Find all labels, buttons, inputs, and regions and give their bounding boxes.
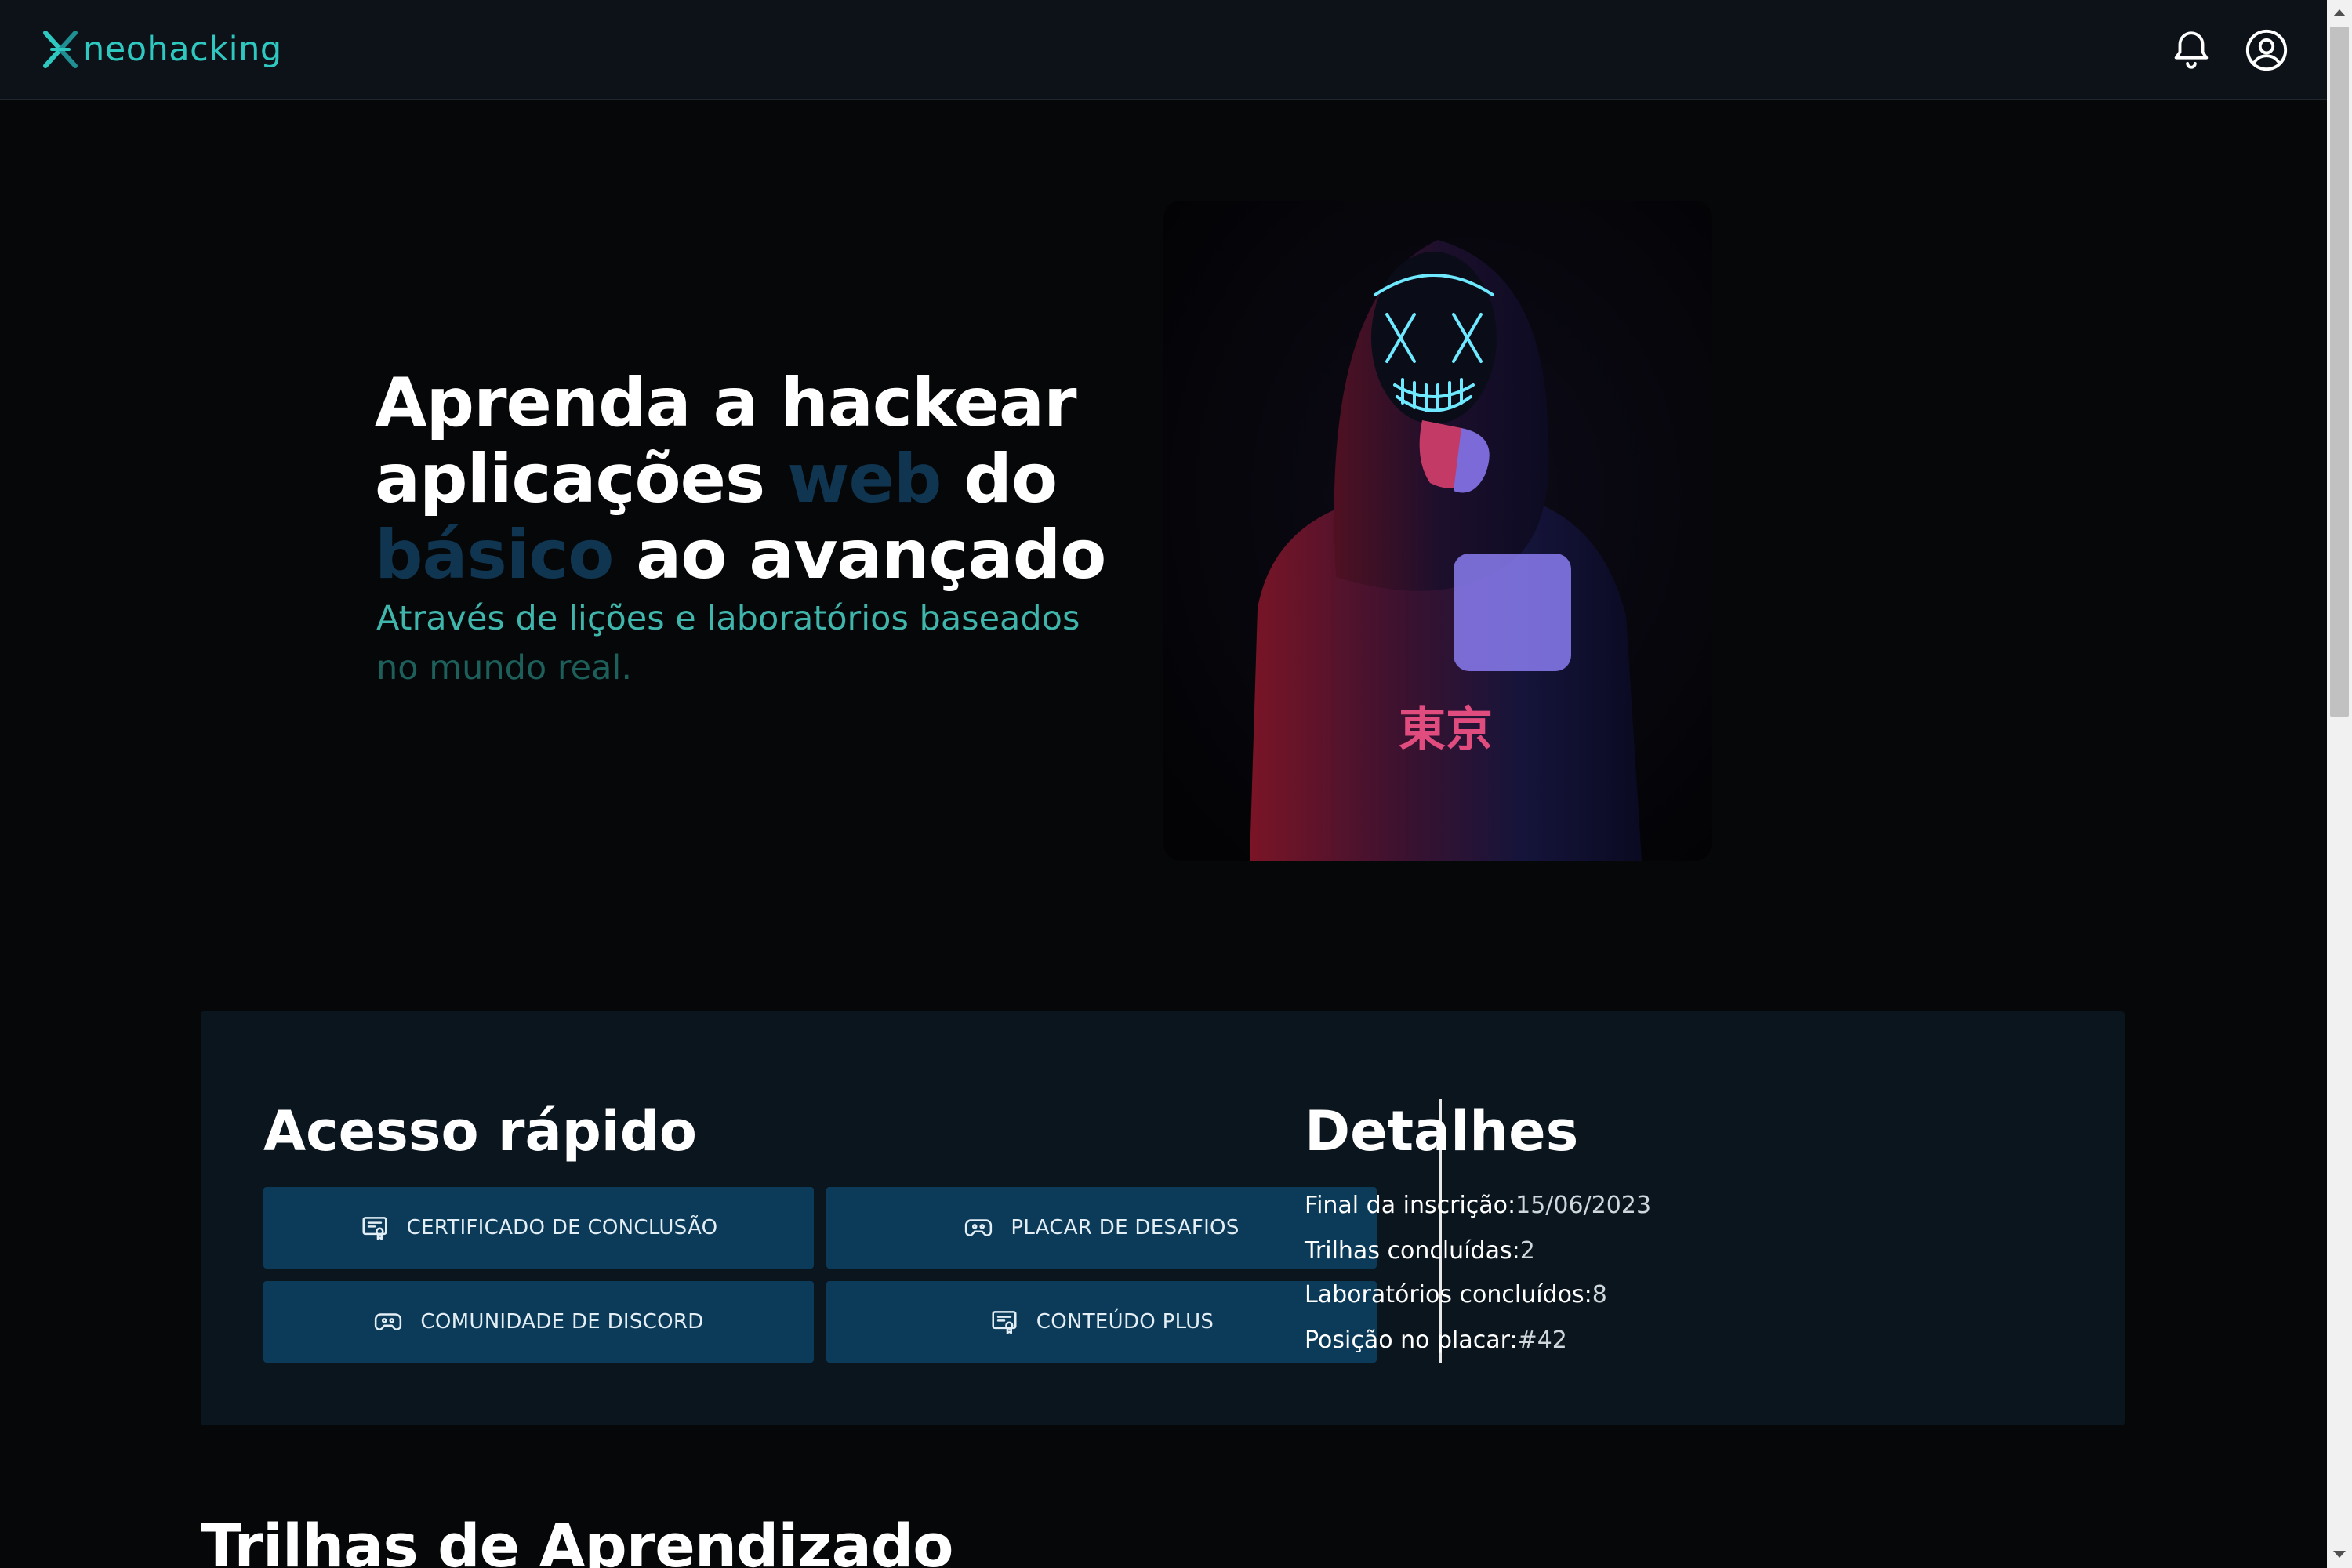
hero-title: Aprenda a hackear aplicações web do bási…	[375, 365, 1143, 593]
top-navbar: neohacking	[0, 0, 2327, 100]
certificate-icon	[992, 1311, 1017, 1334]
vertical-scrollbar[interactable]	[2327, 0, 2352, 1568]
detail-label: Final da inscrição:	[1305, 1192, 1516, 1219]
detail-value: 8	[1592, 1281, 1607, 1308]
hero-title-line1: Aprenda a hackear	[375, 364, 1076, 442]
certificate-button[interactable]: CERTIFICADO DE CONCLUSÃO	[263, 1187, 814, 1269]
bell-icon[interactable]	[2169, 27, 2214, 73]
plus-content-label: CONTEÚDO PLUS	[1036, 1310, 1214, 1334]
scrollbar-thumb[interactable]	[2330, 27, 2349, 717]
details-title: Detalhes	[1305, 1099, 1579, 1163]
quick-access-title: Acesso rápido	[263, 1099, 697, 1163]
user-circle-icon[interactable]	[2244, 27, 2289, 73]
logo-text: neohacking	[83, 30, 282, 69]
hero-subtitle-line2: no mundo real.	[376, 648, 633, 688]
gamepad-icon	[965, 1219, 993, 1236]
detail-enrollment-end: Final da inscrição:15/06/2023	[1305, 1190, 1651, 1221]
detail-scoreboard-position: Posição no placar:#42	[1305, 1325, 1567, 1356]
logo-x-icon	[43, 31, 78, 68]
scroll-down-arrow-icon[interactable]	[2333, 1551, 2346, 1558]
hero-title-text: ao avançado	[613, 516, 1106, 594]
detail-label: Posição no placar:	[1305, 1327, 1518, 1354]
discord-community-button[interactable]: COMUNIDADE DE DISCORD	[263, 1281, 814, 1363]
certificate-icon	[362, 1217, 387, 1240]
discord-icon	[375, 1313, 402, 1330]
detail-value: 15/06/2023	[1515, 1192, 1652, 1219]
scroll-up-arrow-icon[interactable]	[2333, 9, 2346, 16]
plus-content-button[interactable]: CONTEÚDO PLUS	[826, 1281, 1377, 1363]
detail-labs-completed: Laboratórios concluídos:8	[1305, 1279, 1607, 1311]
challenges-scoreboard-button[interactable]: PLACAR DE DESAFIOS	[826, 1187, 1377, 1269]
hero-subtitle-line1: Através de lições e laboratórios baseado…	[376, 599, 1080, 638]
learning-tracks-title: Trilhas de Aprendizado	[201, 1511, 954, 1568]
detail-label: Trilhas concluídas:	[1305, 1237, 1520, 1265]
certificate-button-label: CERTIFICADO DE CONCLUSÃO	[406, 1216, 718, 1240]
detail-label: Laboratórios concluídos:	[1305, 1281, 1592, 1308]
hero-title-text: do	[941, 440, 1058, 518]
hero-title-text: aplicações	[375, 440, 788, 518]
svg-text:東京: 東京	[1399, 702, 1493, 757]
hero-subtitle: Através de lições e laboratórios baseado…	[376, 594, 1129, 693]
detail-tracks-completed: Trilhas concluídas:2	[1305, 1236, 1535, 1267]
detail-value: #42	[1517, 1327, 1567, 1354]
logo[interactable]: neohacking	[41, 28, 282, 71]
hero-hacker-image: 東京	[1163, 201, 1712, 861]
quick-access-panel: Acesso rápido CERTIFICADO DE CONCLUSÃO P…	[201, 1011, 2125, 1425]
hero-title-highlight-web: web	[787, 440, 942, 518]
discord-community-label: COMUNIDADE DE DISCORD	[420, 1310, 704, 1334]
hero-title-highlight-basico: básico	[375, 516, 614, 594]
detail-value: 2	[1519, 1237, 1535, 1265]
challenges-scoreboard-label: PLACAR DE DESAFIOS	[1011, 1216, 1240, 1240]
